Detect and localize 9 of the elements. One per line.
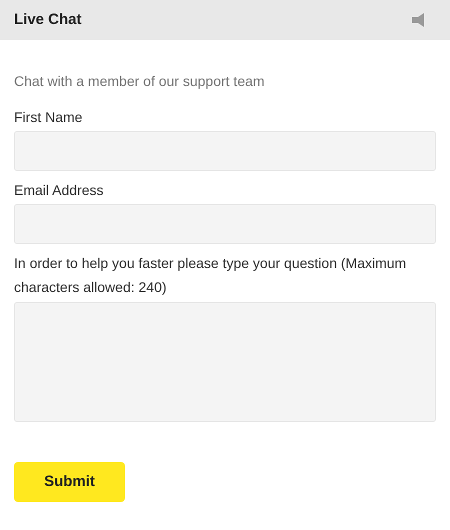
intro-text: Chat with a member of our support team xyxy=(14,72,266,91)
question-textarea[interactable] xyxy=(14,302,436,422)
field-label: In order to help you faster please type your question (Maximum characters allowed: 240) xyxy=(14,254,408,297)
input-field[interactable] xyxy=(14,204,436,244)
submit-button[interactable]: Submit xyxy=(14,462,125,502)
input-field[interactable] xyxy=(14,131,436,171)
field-label: First Name xyxy=(14,108,84,127)
field-label: Email Address xyxy=(14,181,104,200)
header-title: Live Chat xyxy=(14,10,82,30)
